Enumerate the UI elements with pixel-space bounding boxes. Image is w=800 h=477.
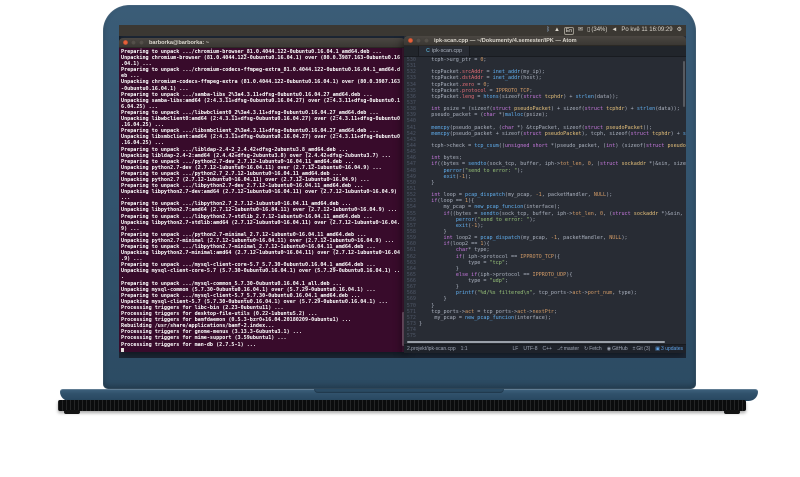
git-fetch[interactable]: ↻ Fetch bbox=[584, 346, 602, 352]
terminal-line: Processing triggers for man-db (2.7.5-1)… bbox=[121, 341, 256, 348]
grammar-selector[interactable]: C++ bbox=[543, 346, 552, 352]
terminal-title: barborka@barborka: ~ bbox=[149, 39, 210, 46]
clock[interactable]: Po kvě 11 16:09:29 bbox=[621, 25, 672, 36]
line-ending-selector[interactable]: LF bbox=[512, 346, 518, 352]
terminal-titlebar[interactable]: barborka@barborka: ~ bbox=[119, 38, 405, 48]
terminal-line: Unpacking chromium-codecs-ffmpeg-extra (… bbox=[121, 79, 401, 86]
terminal-line: Unpacking libpython2.7-stdlib:amd64 (2.7… bbox=[121, 219, 401, 226]
tab-label: ipk-scan.cpp bbox=[431, 48, 463, 54]
terminal-line: Unpacking libpython2.7-dev:amd64 (2.7.12… bbox=[121, 189, 398, 196]
terminal-line: Unpacking samba-libs:amd64 (2:4.3.11+dfs… bbox=[121, 97, 401, 104]
git-changes[interactable]: ± Git (3) bbox=[633, 346, 651, 352]
horizontal-scrollbar-thumb[interactable] bbox=[407, 341, 665, 343]
volume-icon[interactable]: ◄ bbox=[611, 25, 617, 36]
terminal-line: Unpacking libldap-2.4-2:amd64 (2.4.42+df… bbox=[121, 152, 391, 159]
code-editor[interactable]: 530 531 532 533 534 535 536 537 538 539 540 541 542 5… bbox=[404, 57, 686, 340]
network-icon: ▲ bbox=[553, 27, 560, 33]
grammar-selector-label: C++ bbox=[542, 346, 552, 352]
github-status-label: GitHub bbox=[612, 346, 628, 352]
git-branch[interactable]: ⎇ master bbox=[557, 346, 579, 352]
ubuntu-top-panel: ᛒ ▲ En ✉ ▯ (34%) ◄ Po kvě 11 16:09:29 ⚙ bbox=[119, 25, 686, 36]
atom-status-bar: 2.projekt/ipk-scan.cpp 1:1 LF UTF-8 C++ ⎇ ma… bbox=[404, 344, 686, 353]
code-line: tcph->check = tcp_csum((unsigned short *… bbox=[419, 142, 686, 149]
status-left: 2.projekt/ipk-scan.cpp 1:1 bbox=[407, 346, 468, 352]
atom-title: ipk-scan.cpp — ~/Dokumenty/4.semester/IP… bbox=[434, 37, 577, 44]
messages-icon[interactable]: ✉ bbox=[578, 25, 583, 36]
volume-icon: ◄ bbox=[611, 27, 618, 33]
encoding-selector[interactable]: UTF-8 bbox=[523, 346, 537, 352]
clock-label: Po kvě 11 16:09:29 bbox=[621, 27, 673, 33]
status-right: LF UTF-8 C++ ⎇ master ↻ Fetch ◉ GitHub ± Git (3) ▣ 3… bbox=[512, 346, 683, 352]
editor-horizontal-scrollbar[interactable] bbox=[404, 340, 686, 344]
terminal-line: Unpacking libpython2.7-minimal:amd64 (2.… bbox=[121, 250, 401, 257]
close-icon[interactable] bbox=[408, 38, 413, 43]
session-gear-icon: ⚙ bbox=[676, 27, 682, 33]
atom-titlebar[interactable]: ipk-scan.cpp — ~/Dokumenty/4.semester/IP… bbox=[404, 36, 686, 46]
keyboard-indicator[interactable]: En bbox=[563, 26, 575, 35]
bluetooth-icon[interactable]: ᛒ bbox=[546, 25, 550, 36]
package-updates[interactable]: ▣ 3 updates bbox=[655, 346, 683, 352]
code-line: memcpy(pseudo_packet + sizeof(struct pse… bbox=[431, 130, 686, 137]
bluetooth-icon: ᛒ bbox=[546, 27, 550, 33]
package-updates-label: 3 updates bbox=[661, 346, 683, 352]
minimize-icon[interactable] bbox=[416, 38, 421, 43]
tab-ipk-scan[interactable]: C ipk-scan.cpp bbox=[418, 46, 471, 56]
terminal-line: Preparing to unpack .../samba-libs_2%3a4… bbox=[121, 91, 373, 98]
battery-indicator[interactable]: ▯ (34%) bbox=[587, 25, 607, 36]
maximize-icon[interactable] bbox=[139, 40, 144, 45]
atom-window: ipk-scan.cpp — ~/Dokumenty/4.semester/IP… bbox=[404, 36, 686, 353]
terminal-cursor bbox=[121, 348, 124, 352]
github-status[interactable]: ◉ GitHub bbox=[607, 346, 628, 352]
terminal-line: Preparing to unpack .../libpython2.7-std… bbox=[121, 213, 373, 220]
code-lines[interactable]: tcph->urg_ptr = 0; tcpPacket.srcAddr = i… bbox=[419, 57, 686, 340]
laptop-foot-left bbox=[64, 410, 80, 414]
file-path[interactable]: 2.projekt/ipk-scan.cpp bbox=[407, 346, 456, 352]
git-fetch-icon: ↻ bbox=[584, 346, 589, 352]
terminal-line: Unpacking mysql-client-core-5.7 (5.7.30-… bbox=[121, 268, 401, 275]
desktop-screen: ᛒ ▲ En ✉ ▯ (34%) ◄ Po kvě 11 16:09:29 ⚙ barborka… bbox=[119, 25, 686, 358]
terminal-line: Unpacking libpython2.7:amd64 (2.7.12-1ub… bbox=[121, 207, 398, 214]
atom-tab-bar: C ipk-scan.cpp bbox=[404, 46, 686, 57]
git-fetch-label: Fetch bbox=[589, 346, 602, 352]
battery-indicator: ▯ bbox=[587, 27, 591, 33]
package-updates-icon: ▣ bbox=[655, 346, 661, 352]
session-gear-icon[interactable]: ⚙ bbox=[677, 25, 682, 36]
maximize-icon[interactable] bbox=[424, 38, 429, 43]
keyboard-indicator-label: En bbox=[563, 26, 575, 35]
base-thumb-scoop bbox=[314, 389, 504, 393]
git-changes-icon: ± bbox=[632, 346, 636, 352]
cpp-file-icon: C bbox=[426, 48, 430, 54]
terminal-line: Unpacking python2.7-dev (2.7.12-1ubuntu0… bbox=[121, 164, 382, 171]
line-ending-selector-label: LF bbox=[512, 346, 519, 352]
keyboard-edge bbox=[58, 400, 746, 411]
laptop-mockup: ᛒ ▲ En ✉ ▯ (34%) ◄ Po kvě 11 16:09:29 ⚙ barborka… bbox=[0, 0, 800, 477]
terminal-line: Preparing to unpack .../python2.7-minima… bbox=[121, 231, 367, 238]
terminal-body[interactable]: Preparing to unpack .../chromium-browser… bbox=[119, 48, 405, 352]
terminal-line: Unpacking chromium-browser (81.0.4044.12… bbox=[121, 55, 401, 62]
battery-indicator-label: (34%) bbox=[591, 27, 608, 33]
git-branch-label: master bbox=[563, 346, 579, 352]
git-changes-label: Git (3) bbox=[636, 346, 651, 352]
minimize-icon[interactable] bbox=[131, 40, 136, 45]
close-icon[interactable] bbox=[123, 40, 128, 45]
git-branch-icon: ⎇ bbox=[556, 346, 563, 352]
terminal-window: barborka@barborka: ~ Preparing to unpack… bbox=[119, 38, 405, 352]
terminal-line: Preparing to unpack .../chromium-codecs-… bbox=[121, 67, 401, 74]
network-icon[interactable]: ▲ bbox=[554, 25, 560, 36]
editor-vertical-scrollbar[interactable] bbox=[683, 61, 685, 107]
encoding-selector-label: UTF-8 bbox=[523, 346, 538, 352]
laptop-foot-right bbox=[724, 410, 740, 414]
terminal-line: Unpacking mysql-common (5.7.30-0ubuntu0.… bbox=[121, 286, 376, 293]
github-status-icon: ◉ bbox=[606, 346, 612, 352]
gutter: 530 531 532 533 534 535 536 537 538 539 540 541 542 5… bbox=[404, 57, 419, 340]
line-number: 575 bbox=[406, 333, 416, 340]
messages-icon: ✉ bbox=[578, 27, 584, 33]
cursor-position[interactable]: 1:1 bbox=[461, 346, 468, 352]
